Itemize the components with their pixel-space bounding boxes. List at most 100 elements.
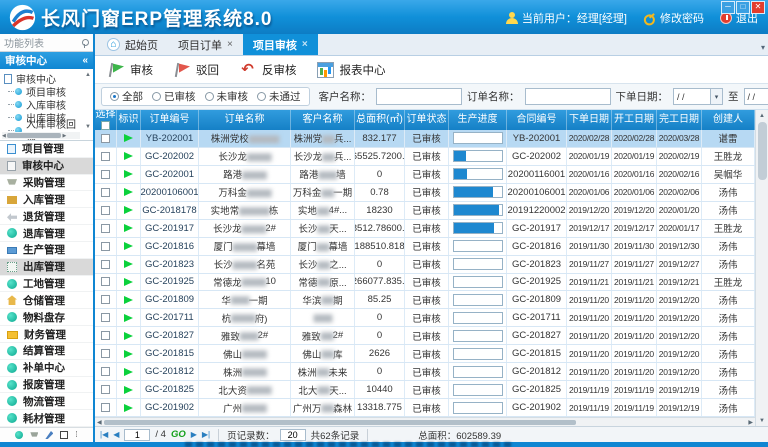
- sidebar-menu-item[interactable]: 物料盘存: [0, 309, 93, 326]
- tab-close-icon[interactable]: ×: [302, 39, 308, 50]
- row-checkbox[interactable]: [101, 188, 110, 197]
- column-header[interactable]: 开工日期: [612, 110, 657, 130]
- row-checkbox[interactable]: [101, 134, 110, 143]
- row-checkbox[interactable]: [101, 385, 110, 394]
- table-row[interactable]: GC-201815 佛山▆▆▆▆ 佛山▆▆库 2626 已审核 GC-20181…: [95, 345, 755, 363]
- scrollbar-thumb[interactable]: [758, 122, 767, 180]
- tab-close-icon[interactable]: ×: [227, 39, 233, 50]
- prev-page-button[interactable]: ◀: [113, 430, 119, 440]
- sidebar-menu-item[interactable]: 报废管理: [0, 377, 93, 394]
- column-header[interactable]: 生产进度: [449, 110, 507, 130]
- sidebar-menu-item[interactable]: 补单中心: [0, 360, 93, 377]
- column-header[interactable]: 订单编号: [141, 110, 199, 130]
- sidebar-menu-item[interactable]: 入库管理: [0, 191, 93, 208]
- column-header[interactable]: 客户名称: [291, 110, 355, 130]
- row-checkbox[interactable]: [101, 277, 110, 286]
- column-header[interactable]: 选择: [95, 110, 117, 130]
- go-button[interactable]: GO: [171, 429, 186, 440]
- page-number-input[interactable]: [124, 429, 150, 441]
- table-row[interactable]: GC-2018178 实地常▆▆▆▆▆栋 实地▆▆4#... 18230 已审核…: [95, 202, 755, 220]
- sidebar-menu-item[interactable]: 生产管理: [0, 242, 93, 259]
- toolbar-button[interactable]: 报表中心: [317, 62, 386, 78]
- row-checkbox[interactable]: [101, 367, 110, 376]
- order-date-from-input[interactable]: / /▾: [673, 88, 723, 105]
- sidebar-footer-icon[interactable]: [60, 431, 68, 439]
- scroll-down-icon[interactable]: ▼: [759, 415, 765, 426]
- sidebar-menu-item[interactable]: 采购管理: [0, 175, 93, 192]
- row-checkbox[interactable]: [101, 331, 110, 340]
- sidebar-menu-item[interactable]: 工地管理: [0, 276, 93, 293]
- order-name-input[interactable]: [525, 88, 611, 105]
- row-checkbox[interactable]: [101, 242, 110, 251]
- table-row[interactable]: GC-201812 株洲▆▆▆▆ 株洲▆▆未来 0 已审核 GC-201812 …: [95, 363, 755, 381]
- column-header[interactable]: 下单日期: [567, 110, 612, 130]
- customer-name-input[interactable]: [376, 88, 462, 105]
- sidebar-menu-item[interactable]: 退货管理: [0, 208, 93, 225]
- scroll-right-icon[interactable]: ▶: [748, 419, 753, 426]
- table-row[interactable]: GC-201809 华▆▆▆一期 华滨▆▆期 85.25 已审核 GC-2018…: [95, 291, 755, 309]
- column-header[interactable]: 标识: [117, 110, 141, 130]
- sidebar-menu-item[interactable]: 出库管理: [0, 259, 93, 276]
- select-all-checkbox[interactable]: [101, 121, 110, 130]
- change-password-button[interactable]: 修改密码: [643, 10, 704, 26]
- scroll-up-icon[interactable]: ▲: [759, 110, 765, 121]
- row-checkbox[interactable]: [101, 260, 110, 269]
- row-checkbox[interactable]: [101, 295, 110, 304]
- scroll-left-icon[interactable]: ◀: [2, 133, 6, 139]
- filter-radio[interactable]: 已审核: [152, 89, 196, 104]
- next-page-button[interactable]: ▶: [191, 430, 197, 440]
- sidebar-footer-icon[interactable]: [30, 431, 38, 439]
- sidebar-footer-icon[interactable]: [15, 431, 23, 439]
- toolbar-button[interactable]: 审核: [107, 62, 153, 78]
- toolbar-button[interactable]: 驳回: [173, 62, 219, 78]
- tab[interactable]: ⌂ 起始页: [97, 34, 168, 55]
- column-header[interactable]: 订单名称: [199, 110, 291, 130]
- table-row[interactable]: GC-201925 常德龙▆▆▆▆10 常德▆▆原... 266077.835.…: [95, 274, 755, 292]
- tree-scroll-up-icon[interactable]: ▲: [85, 72, 91, 78]
- sidebar-menu-item[interactable]: 退库管理: [0, 225, 93, 242]
- collapse-icon[interactable]: «: [82, 55, 88, 66]
- toolbar-button[interactable]: ↶ 反审核: [239, 62, 297, 78]
- table-row[interactable]: GC-201917 长沙龙▆▆▆▆2# 长沙▆▆天... 8512.78600.…: [95, 220, 755, 238]
- row-checkbox[interactable]: [101, 206, 110, 215]
- sidebar-menu-item[interactable]: 财务管理: [0, 326, 93, 343]
- first-page-button[interactable]: |◀: [100, 430, 108, 440]
- tab[interactable]: 项目订单 ×: [168, 34, 243, 55]
- tab[interactable]: 项目审核 ×: [243, 34, 318, 55]
- table-row[interactable]: 20200106001 万科金▆▆▆▆ 万科金▆▆一期 0.78 已审核 202…: [95, 184, 755, 202]
- sidebar-menu-item[interactable]: 物流管理: [0, 393, 93, 410]
- scroll-left-icon[interactable]: ◀: [97, 419, 102, 426]
- close-button[interactable]: ✕: [751, 1, 765, 14]
- sidebar-footer-icon[interactable]: ⁞: [75, 431, 77, 439]
- maximize-button[interactable]: □: [736, 1, 750, 14]
- horizontal-scrollbar[interactable]: ◀ ▶: [95, 417, 755, 426]
- filter-radio[interactable]: 全部: [110, 89, 143, 104]
- minimize-button[interactable]: ─: [721, 1, 735, 14]
- row-checkbox[interactable]: [101, 224, 110, 233]
- tree-scroll-down-icon[interactable]: ▼: [85, 124, 91, 130]
- table-row[interactable]: GC-202001 路港▆▆▆▆ 路港▆▆▆墙 0 已审核 2020011600…: [95, 166, 755, 184]
- table-row[interactable]: GC-202002 长沙龙▆▆▆▆ 长沙龙▆▆兵... 65525.7200..…: [95, 148, 755, 166]
- row-checkbox[interactable]: [101, 403, 110, 412]
- row-checkbox[interactable]: [101, 170, 110, 179]
- table-row[interactable]: GC-201825 北大资▆▆▆▆ 北大▆▆天... 10440 已审核 GC-…: [95, 381, 755, 399]
- scrollbar-thumb[interactable]: [104, 420, 576, 425]
- table-row[interactable]: GC-201711 杭▆▆▆▆府) ▆▆▆ 0 已审核 GC-201711 20…: [95, 309, 755, 327]
- tree-horizontal-scrollbar[interactable]: ◀ ▶: [2, 132, 80, 139]
- column-header[interactable]: 总面积(㎡): [355, 110, 405, 130]
- filter-radio[interactable]: 未审核: [205, 89, 249, 104]
- sidebar-menu-item[interactable]: 耗材管理: [0, 410, 93, 427]
- column-header[interactable]: 订单状态: [405, 110, 449, 130]
- row-checkbox[interactable]: [101, 349, 110, 358]
- row-checkbox[interactable]: [101, 152, 110, 161]
- column-header[interactable]: 创建人: [702, 110, 755, 130]
- sidebar-menu-item[interactable]: 仓储管理: [0, 292, 93, 309]
- column-header[interactable]: 合同编号: [507, 110, 567, 130]
- page-size-input[interactable]: [280, 429, 306, 441]
- table-row[interactable]: GC-201902 广州▆▆▆▆ 广州万▆▆森林 13318.775 已审核 G…: [95, 399, 755, 417]
- filter-radio[interactable]: 未通过: [257, 89, 301, 104]
- vertical-scrollbar[interactable]: ▲ ▼: [755, 110, 768, 426]
- table-row[interactable]: GC-201823 长沙▆▆▆▆名苑 长沙▆▆之... 0 已审核 GC-201…: [95, 256, 755, 274]
- scroll-right-icon[interactable]: ▶: [62, 133, 66, 139]
- tab-overflow-icon[interactable]: ▾: [761, 43, 765, 52]
